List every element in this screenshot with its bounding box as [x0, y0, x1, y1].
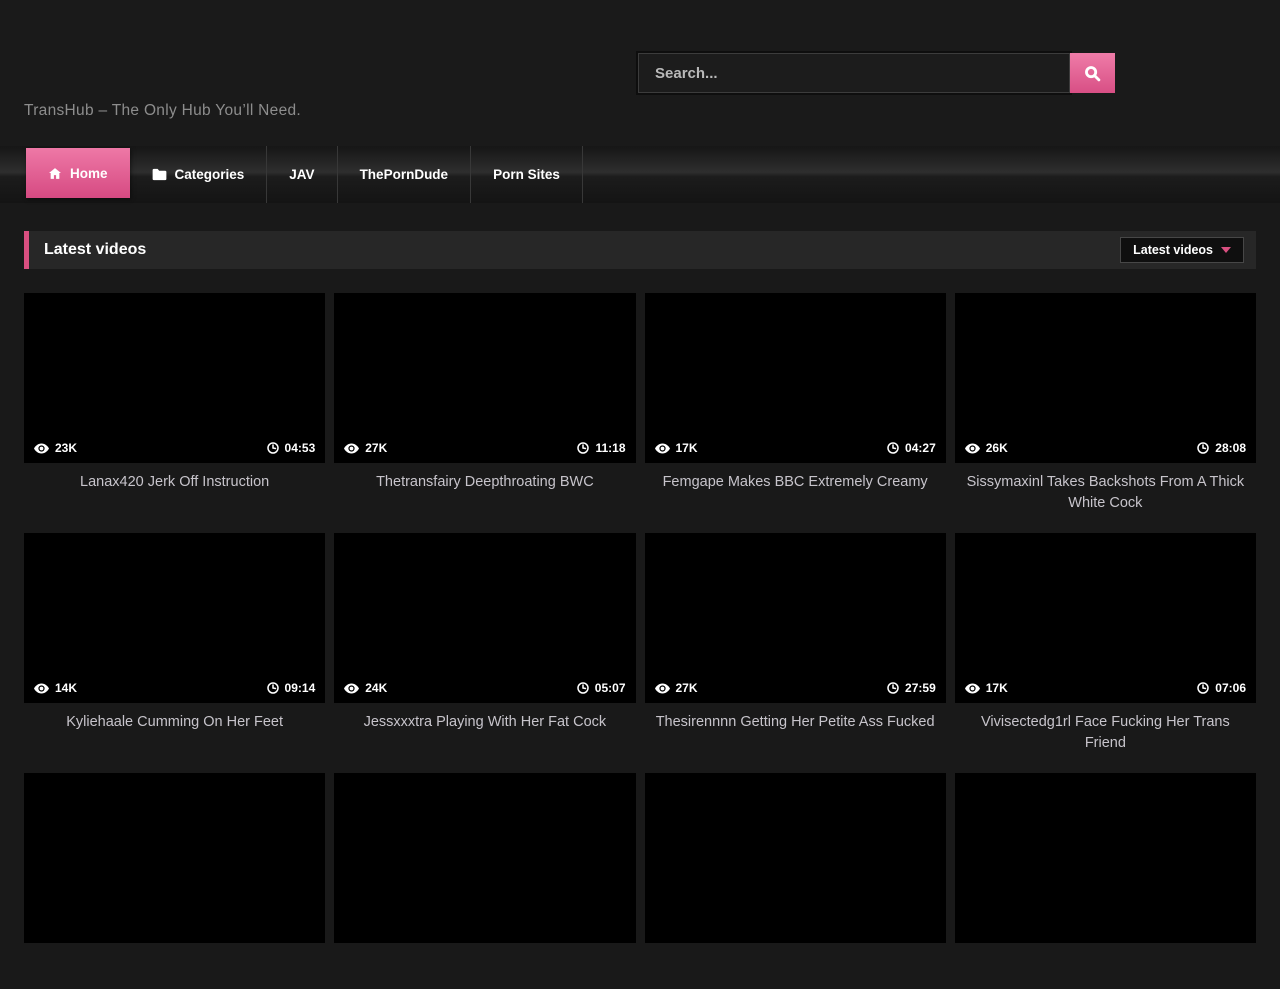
- video-duration: 04:53: [285, 441, 316, 455]
- video-title[interactable]: Jessxxxtra Playing With Her Fat Cock: [334, 712, 635, 733]
- search-input[interactable]: [638, 53, 1070, 93]
- nav-item-porn-sites[interactable]: Porn Sites: [471, 146, 583, 203]
- eye-icon: [655, 683, 670, 694]
- view-count: 23K: [55, 441, 77, 455]
- video-card[interactable]: 17K 04:27 Femgape Makes BBC Extremely Cr…: [645, 293, 946, 509]
- nav-item-jav[interactable]: JAV: [267, 146, 337, 203]
- video-duration: 27:59: [905, 681, 936, 695]
- video-meta: 17K 07:06: [955, 673, 1256, 703]
- video-card[interactable]: [955, 773, 1256, 989]
- video-thumbnail[interactable]: 26K 28:08: [955, 293, 1256, 463]
- nav-item-categories[interactable]: Categories: [130, 146, 268, 203]
- eye-icon: [344, 443, 359, 454]
- video-card[interactable]: 24K 05:07 Jessxxxtra Playing With Her Fa…: [334, 533, 635, 749]
- video-duration: 04:27: [905, 441, 936, 455]
- clock-icon: [577, 682, 589, 694]
- video-card[interactable]: [645, 773, 946, 989]
- video-card[interactable]: 27K 11:18 Thetransfairy Deepthroating BW…: [334, 293, 635, 509]
- view-count: 17K: [676, 441, 698, 455]
- nav-item-label: JAV: [289, 167, 314, 182]
- video-title[interactable]: Sissymaxinl Takes Backshots From A Thick…: [955, 472, 1256, 514]
- nav-item-label: Porn Sites: [493, 167, 560, 182]
- search-button[interactable]: [1070, 53, 1115, 93]
- section-header: Latest videos Latest videos: [24, 231, 1256, 269]
- clock-icon: [1197, 442, 1209, 454]
- video-title[interactable]: Lanax420 Jerk Off Instruction: [24, 472, 325, 493]
- video-thumbnail[interactable]: [334, 773, 635, 943]
- video-title[interactable]: Vivisectedg1rl Face Fucking Her Trans Fr…: [955, 712, 1256, 754]
- video-meta: 23K 04:53: [24, 433, 325, 463]
- nav-item-home[interactable]: Home: [26, 148, 130, 198]
- view-count: 27K: [676, 681, 698, 695]
- video-thumbnail[interactable]: 27K 27:59: [645, 533, 946, 703]
- eye-icon: [34, 443, 49, 454]
- view-count: 24K: [365, 681, 387, 695]
- eye-icon: [655, 443, 670, 454]
- view-count: 27K: [365, 441, 387, 455]
- view-count: 14K: [55, 681, 77, 695]
- video-thumbnail[interactable]: 27K 11:18: [334, 293, 635, 463]
- video-card[interactable]: 27K 27:59 Thesirennnn Getting Her Petite…: [645, 533, 946, 749]
- video-duration: 28:08: [1215, 441, 1246, 455]
- main-nav: Home Categories JAV ThePornDude Porn Sit…: [0, 146, 1280, 203]
- video-thumbnail[interactable]: [955, 773, 1256, 943]
- video-duration: 09:14: [285, 681, 316, 695]
- video-card[interactable]: 17K 07:06 Vivisectedg1rl Face Fucking He…: [955, 533, 1256, 749]
- search-bar: [638, 53, 1115, 93]
- clock-icon: [577, 442, 589, 454]
- eye-icon: [344, 683, 359, 694]
- sort-dropdown-label: Latest videos: [1133, 243, 1213, 257]
- video-card[interactable]: [24, 773, 325, 989]
- nav-item-label: Home: [70, 166, 108, 181]
- eye-icon: [34, 683, 49, 694]
- video-meta: 14K 09:14: [24, 673, 325, 703]
- eye-icon: [965, 683, 980, 694]
- video-thumbnail[interactable]: 24K 05:07: [334, 533, 635, 703]
- video-meta: 27K 27:59: [645, 673, 946, 703]
- video-duration: 11:18: [595, 441, 625, 455]
- video-card[interactable]: 23K 04:53 Lanax420 Jerk Off Instruction: [24, 293, 325, 509]
- video-thumbnail[interactable]: [645, 773, 946, 943]
- clock-icon: [267, 682, 279, 694]
- clock-icon: [887, 442, 899, 454]
- video-title[interactable]: Thetransfairy Deepthroating BWC: [334, 472, 635, 493]
- view-count: 26K: [986, 441, 1008, 455]
- video-thumbnail[interactable]: 23K 04:53: [24, 293, 325, 463]
- clock-icon: [887, 682, 899, 694]
- video-card[interactable]: 14K 09:14 Kyliehaale Cumming On Her Feet: [24, 533, 325, 749]
- video-thumbnail[interactable]: 14K 09:14: [24, 533, 325, 703]
- nav-item-label: ThePornDude: [360, 167, 449, 182]
- clock-icon: [1197, 682, 1209, 694]
- home-icon: [48, 167, 62, 180]
- video-duration: 05:07: [595, 681, 626, 695]
- sort-dropdown[interactable]: Latest videos: [1120, 237, 1244, 263]
- video-title[interactable]: Thesirennnn Getting Her Petite Ass Fucke…: [645, 712, 946, 733]
- video-grid: 23K 04:53 Lanax420 Jerk Off Instruction …: [24, 293, 1256, 989]
- nav-item-label: Categories: [175, 167, 245, 182]
- header: TransHub – The Only Hub You’ll Need.: [0, 0, 1280, 146]
- clock-icon: [267, 442, 279, 454]
- video-thumbnail[interactable]: 17K 04:27: [645, 293, 946, 463]
- site-tagline: TransHub – The Only Hub You’ll Need.: [24, 102, 301, 120]
- video-thumbnail[interactable]: 17K 07:06: [955, 533, 1256, 703]
- video-title[interactable]: Kyliehaale Cumming On Her Feet: [24, 712, 325, 733]
- video-duration: 07:06: [1215, 681, 1246, 695]
- section-title: Latest videos: [44, 241, 146, 259]
- eye-icon: [965, 443, 980, 454]
- video-card[interactable]: 26K 28:08 Sissymaxinl Takes Backshots Fr…: [955, 293, 1256, 509]
- video-meta: 24K 05:07: [334, 673, 635, 703]
- nav-item-theporndude[interactable]: ThePornDude: [338, 146, 472, 203]
- video-meta: 17K 04:27: [645, 433, 946, 463]
- video-title[interactable]: Femgape Makes BBC Extremely Creamy: [645, 472, 946, 493]
- video-meta: 27K 11:18: [334, 433, 635, 463]
- view-count: 17K: [986, 681, 1008, 695]
- video-thumbnail[interactable]: [24, 773, 325, 943]
- video-card[interactable]: [334, 773, 635, 989]
- caret-down-icon: [1221, 247, 1231, 253]
- video-meta: 26K 28:08: [955, 433, 1256, 463]
- search-icon: [1084, 65, 1101, 82]
- folder-icon: [152, 168, 167, 181]
